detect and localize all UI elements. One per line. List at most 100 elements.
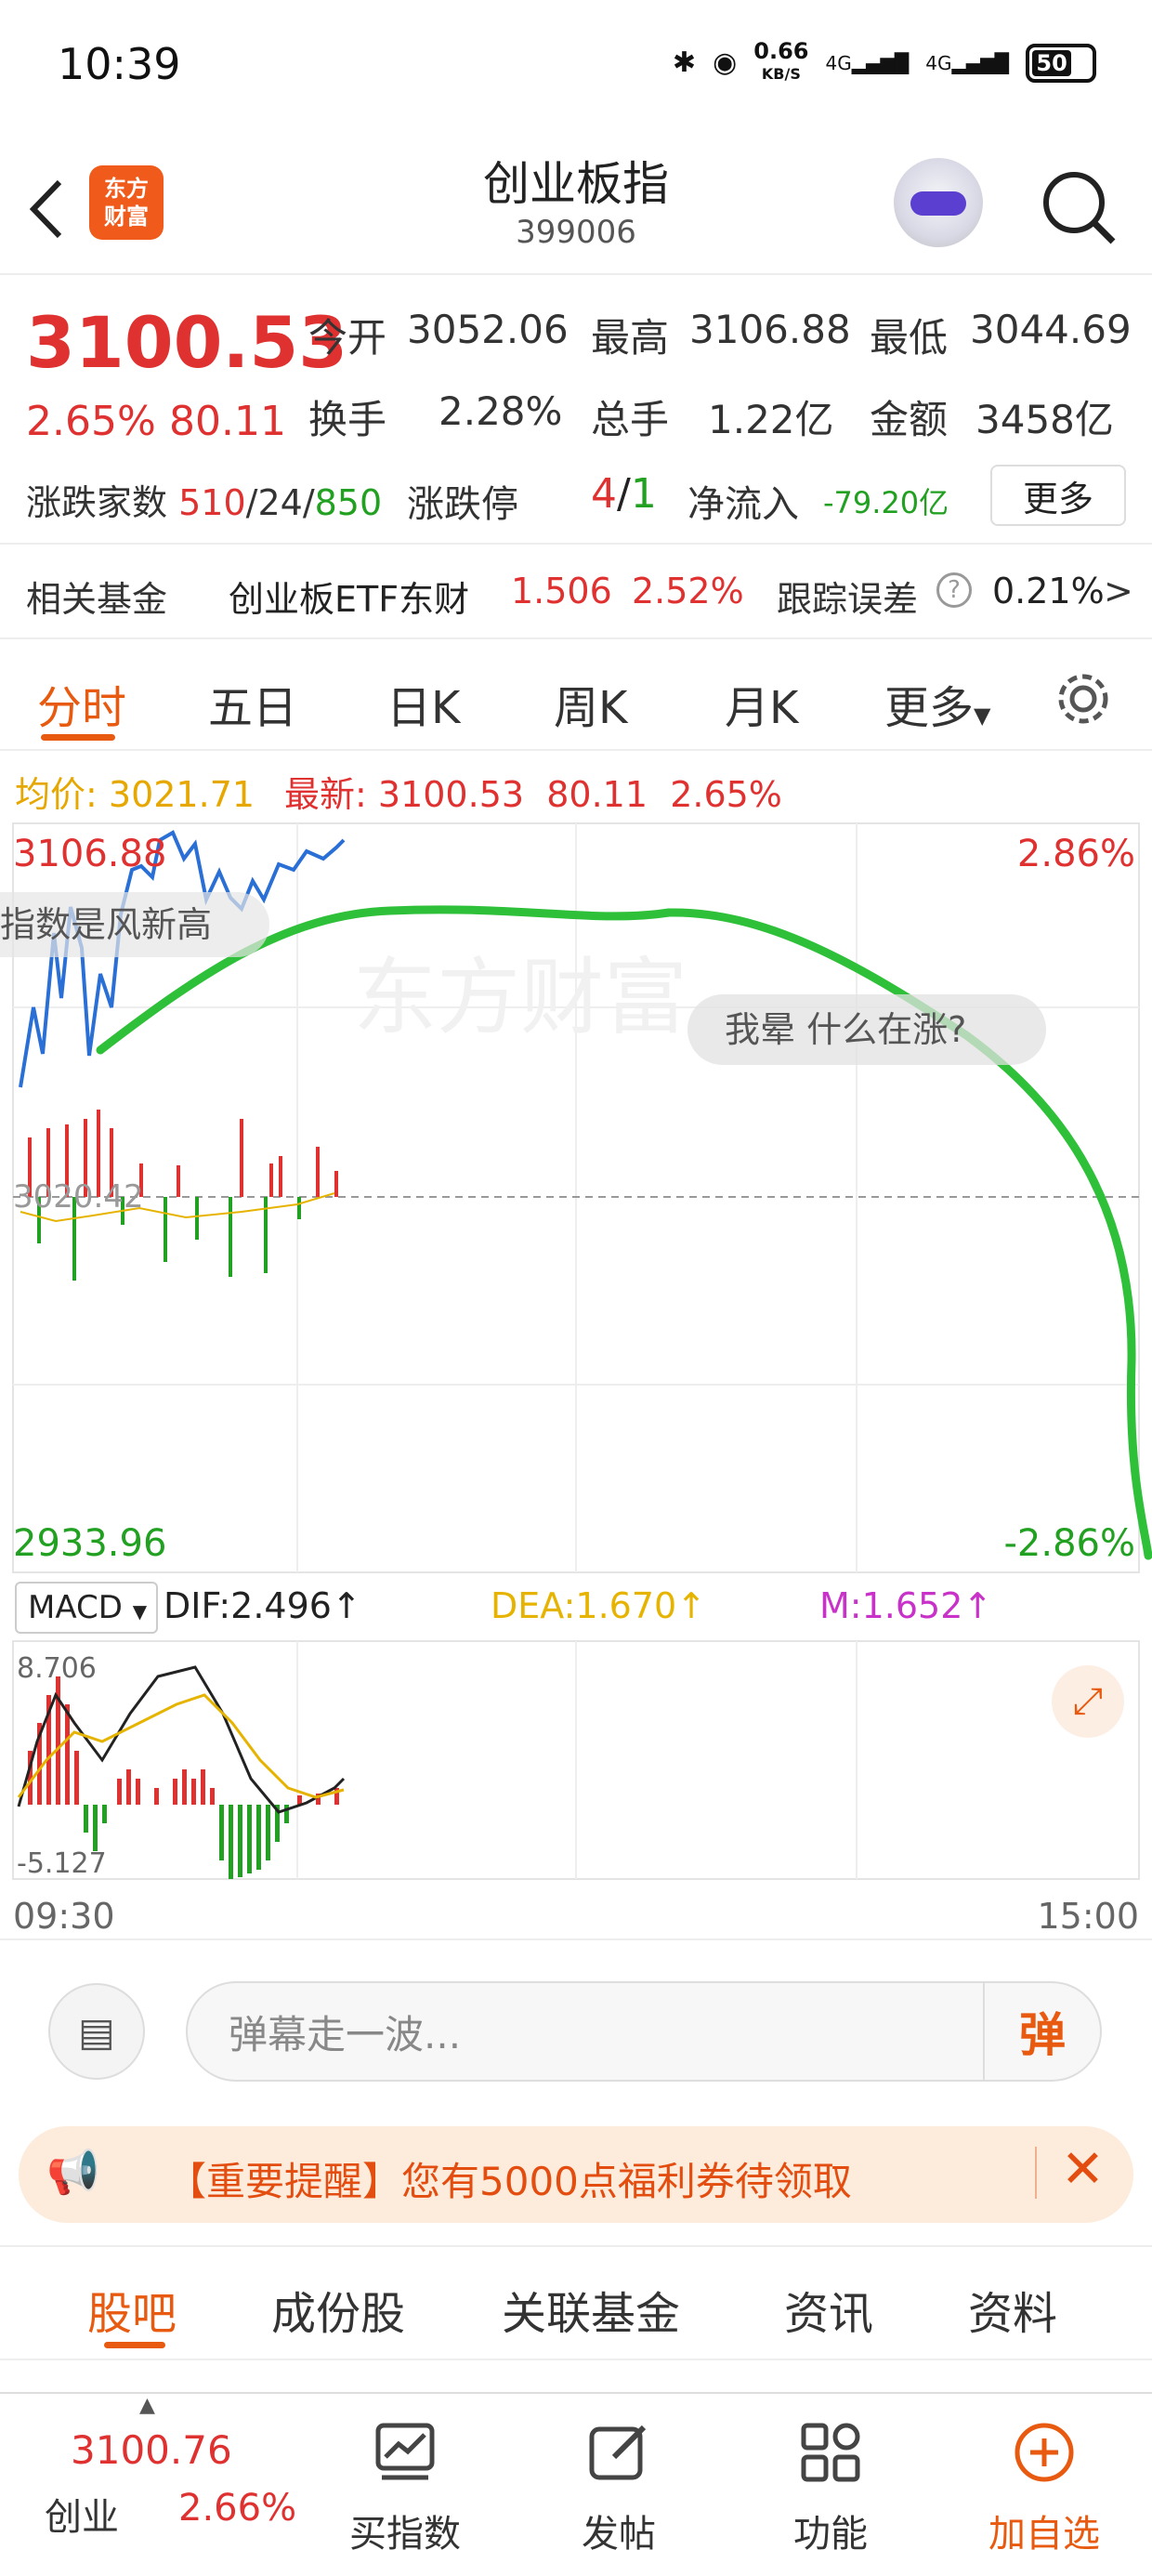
- amount-label: 金额: [870, 397, 949, 442]
- watermark: 东方财富: [353, 952, 687, 1045]
- high-value: 3106.88: [689, 307, 851, 352]
- tab-more[interactable]: 更多▼: [884, 671, 990, 736]
- m-value: M:1.652↑: [819, 1585, 993, 1626]
- danmu-toolbar: ▤ 弹幕走一波... 弹: [0, 1939, 1152, 2124]
- active-subtab-indicator: [104, 2342, 165, 2348]
- post-button[interactable]: 发帖: [544, 2420, 693, 2557]
- chart-icon: [375, 2423, 435, 2480]
- chart-tabs: 分时 五日 日K 周K 月K 更多▼: [0, 641, 1152, 751]
- grid-icon: [801, 2423, 860, 2482]
- netflow-value: -79.20亿: [823, 485, 949, 520]
- related-fund-row[interactable]: 相关基金 创业板ETF东财 1.506 2.52% 跟踪误差 ? 0.21% >: [0, 543, 1152, 639]
- bottom-index-name[interactable]: 创业: [45, 2487, 119, 2541]
- pct-top-label: 2.86%: [1016, 833, 1135, 875]
- quote-panel: 3100.53 2.65% 80.11 今开 3052.06 最高 3106.8…: [0, 279, 1152, 539]
- dropdown-icon: ▼: [974, 703, 991, 729]
- macd-bottom-label: -5.127: [17, 1847, 107, 1880]
- latest-price: 最新: 3100.53 80.11 2.65%: [284, 774, 782, 815]
- danmu-send-button[interactable]: 弹: [983, 1983, 1100, 2080]
- tab-news[interactable]: 资讯: [784, 2277, 873, 2342]
- limit-values: 4/1: [591, 470, 657, 518]
- megaphone-icon: 📢: [46, 2147, 100, 2197]
- high-label: 最高: [591, 315, 670, 361]
- danmu-bubble: 指数是风新高: [0, 892, 269, 957]
- macd-panel[interactable]: MACD ▼ DIF:2.496↑ DEA:1.670↑ M:1.652↑ 8.…: [0, 1574, 1152, 1937]
- tracking-error-value: 0.21%: [992, 571, 1105, 611]
- macd-select[interactable]: MACD ▼: [15, 1582, 158, 1634]
- plus-circle-icon: [1015, 2423, 1074, 2482]
- change-pct: 2.65%: [26, 398, 156, 445]
- tab-daily-k[interactable]: 日K: [386, 671, 460, 736]
- bluetooth-icon: ✱: [672, 46, 697, 79]
- avg-bar: 均价: 3021.71 最新: 3100.53 80.11 2.65%: [0, 751, 1152, 821]
- location-icon: ◉: [713, 46, 738, 79]
- tab-monthly-k[interactable]: 月K: [725, 671, 798, 736]
- macd-top-label: 8.706: [17, 1652, 97, 1685]
- x-start-label: 09:30: [13, 1896, 115, 1937]
- avg-price: 均价: 3021.71: [15, 774, 255, 815]
- bottom-bar: ▲ 3100.76 创业 2.66% 买指数 发帖 功能 加自选: [0, 2392, 1152, 2576]
- netflow-label: 净流入: [687, 483, 799, 526]
- header: 东方 财富 创业板指 399006: [0, 139, 1152, 275]
- assistant-avatar[interactable]: [894, 158, 983, 247]
- volume-value: 1.22亿: [708, 397, 834, 442]
- more-button[interactable]: 更多: [990, 465, 1126, 526]
- search-icon[interactable]: [1039, 167, 1119, 247]
- fund-label: 相关基金: [26, 579, 168, 620]
- tab-weekly-k[interactable]: 周K: [554, 671, 627, 736]
- tab-intraday[interactable]: 分时: [37, 671, 126, 736]
- fund-price: 1.506: [511, 571, 612, 611]
- danmu-settings-icon[interactable]: ▤: [48, 1983, 145, 2080]
- bottom-price[interactable]: 3100.76: [71, 2427, 232, 2473]
- close-icon[interactable]: ✕: [1061, 2139, 1105, 2200]
- y-bottom-label: 2933.96: [13, 1522, 167, 1565]
- battery-icon: 50: [1026, 43, 1096, 83]
- sub-tabs: 股吧 成份股 关联基金 资讯 资料: [0, 2245, 1152, 2360]
- tab-guba[interactable]: 股吧: [87, 2277, 177, 2342]
- active-tab-indicator: [41, 734, 115, 741]
- status-icons: ✱ ◉ 0.66 KB/S 4G▂▄▆█ 4G▂▄▆█ 50: [672, 38, 1096, 85]
- chevron-right-icon: >: [1104, 571, 1133, 611]
- turnover-label: 换手: [308, 397, 387, 442]
- current-price: 3100.53: [26, 301, 348, 384]
- expand-icon[interactable]: ⤢: [1052, 1665, 1124, 1738]
- function-button[interactable]: 功能: [756, 2420, 905, 2557]
- danmu-input[interactable]: 弹幕走一波...: [186, 1981, 1102, 2082]
- tab-related-funds[interactable]: 关联基金: [502, 2277, 680, 2342]
- bottom-pct[interactable]: 2.66%: [178, 2487, 296, 2530]
- fund-name: 创业板ETF东财: [229, 579, 470, 620]
- status-bar: 10:39 ✱ ◉ 0.66 KB/S 4G▂▄▆█ 4G▂▄▆█ 50: [0, 0, 1152, 139]
- tab-constituents[interactable]: 成份股: [271, 2277, 405, 2342]
- tab-profile[interactable]: 资料: [968, 2277, 1057, 2342]
- tab-five-day[interactable]: 五日: [208, 671, 297, 736]
- mid-label: 3020.42: [13, 1178, 144, 1216]
- buy-index-button[interactable]: 买指数: [331, 2420, 479, 2557]
- settings-icon[interactable]: [1054, 669, 1113, 729]
- tracking-error-label: 跟踪误差: [777, 579, 919, 620]
- intraday-chart[interactable]: 东方财富 3106.88 2.86% 2933.96 -2.86% 3020.4…: [0, 821, 1152, 1658]
- clock: 10:39: [58, 39, 181, 89]
- turnover-value: 2.28%: [439, 388, 563, 434]
- danmu-bubble-2: 我晕 什么在涨?: [687, 994, 1046, 1065]
- add-watchlist-button[interactable]: 加自选: [970, 2420, 1119, 2557]
- edit-icon: [589, 2425, 647, 2480]
- volume-label: 总手: [591, 397, 670, 442]
- dea-value: DEA:1.670↑: [491, 1585, 707, 1626]
- net-speed: 0.66 KB/S: [753, 38, 809, 83]
- open-label: 今开: [308, 315, 387, 361]
- amount-value: 3458亿: [975, 397, 1114, 442]
- y-top-label: 3106.88: [13, 833, 167, 875]
- caret-up-icon: ▲: [139, 2394, 155, 2417]
- x-end-label: 15:00: [1037, 1896, 1139, 1937]
- dif-value: DIF:2.496↑: [164, 1585, 361, 1626]
- signal-icon: 4G▂▄▆█: [825, 51, 910, 74]
- pct-bottom-label: -2.86%: [1003, 1522, 1135, 1565]
- signal-icon-2: 4G▂▄▆█: [925, 51, 1009, 74]
- fund-pct: 2.52%: [632, 571, 744, 611]
- open-value: 3052.06: [407, 307, 569, 352]
- divider: [1035, 2147, 1037, 2199]
- help-icon[interactable]: ?: [936, 572, 972, 608]
- breadth: 涨跌家数 510/24/850: [26, 482, 383, 523]
- change-value: 80.11: [169, 398, 286, 445]
- notice-banner[interactable]: 📢 【重要提醒】您有5000点福利券待领取 ✕: [19, 2126, 1133, 2223]
